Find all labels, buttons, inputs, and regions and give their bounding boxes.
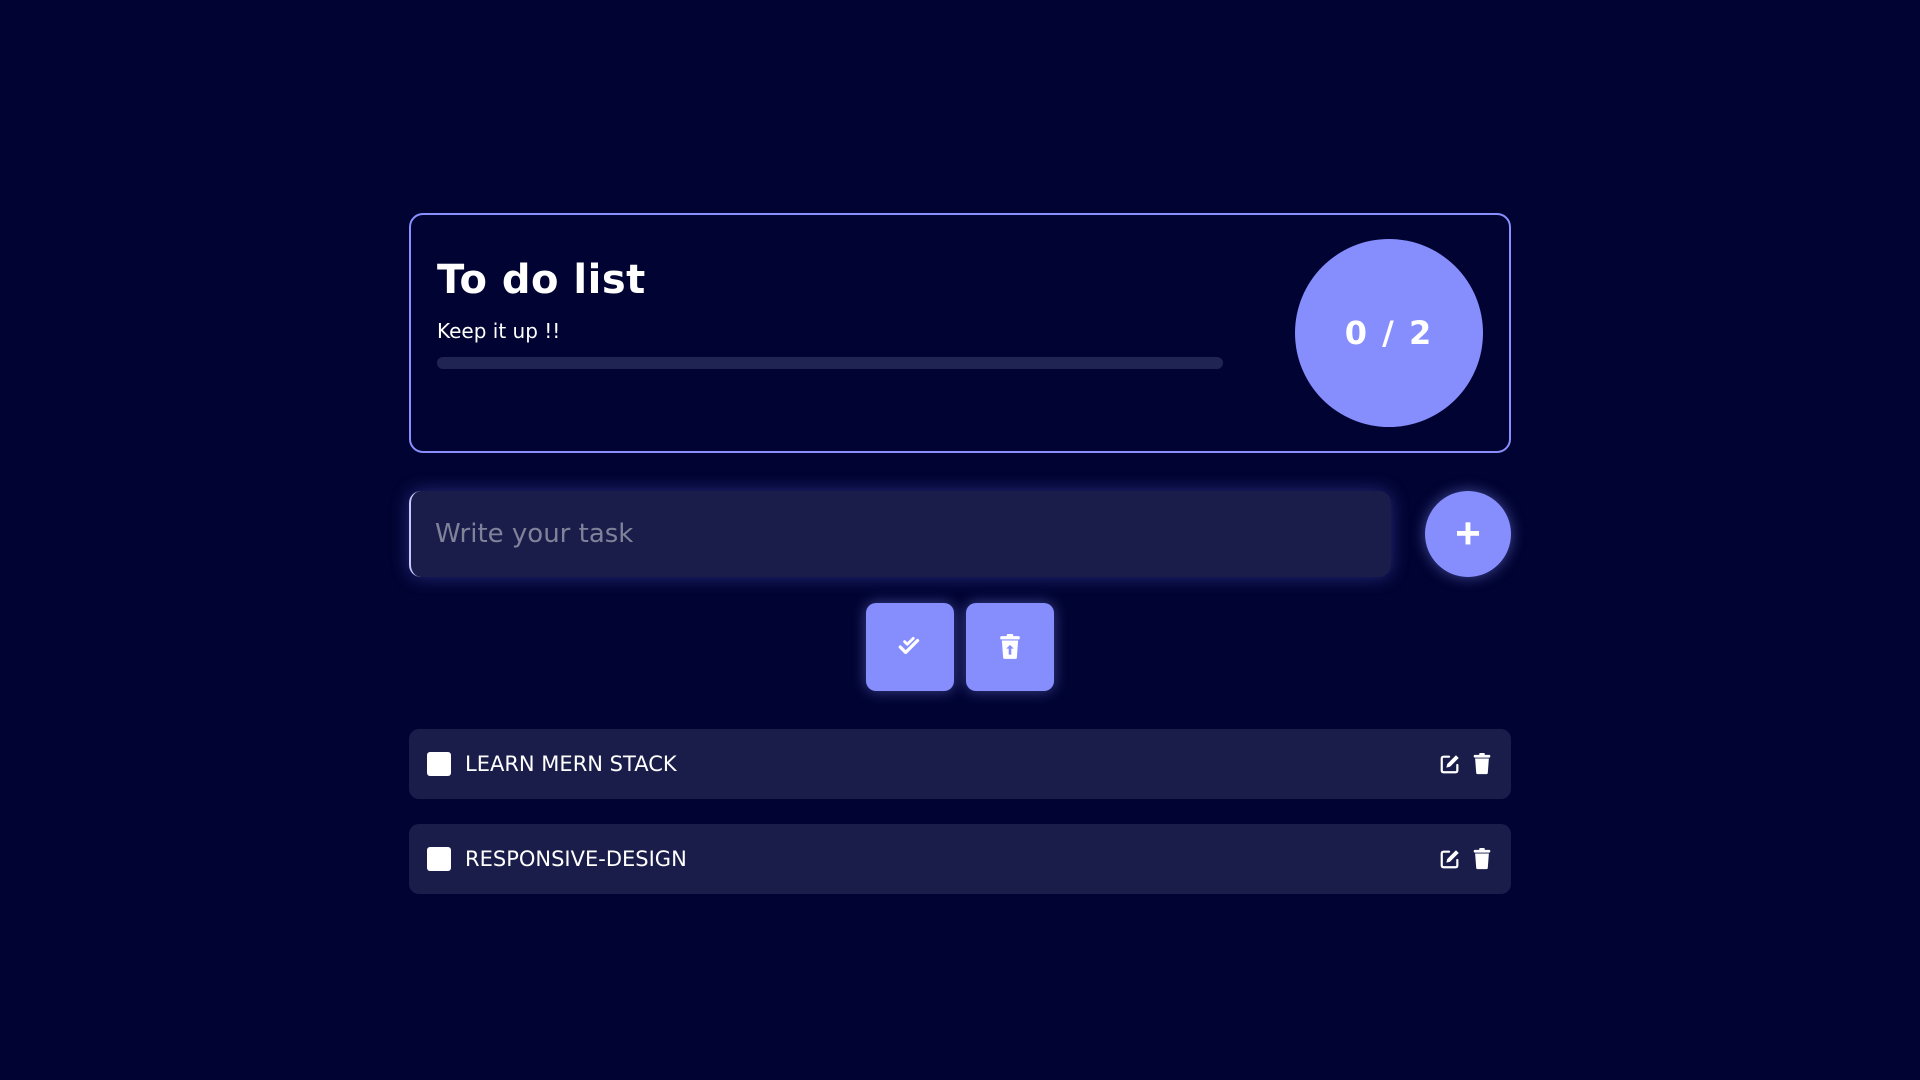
task-form: + [409, 491, 1511, 577]
task-text: LEARN MERN STACK [465, 752, 677, 776]
task-list: LEARN MERN STACK RESPONSIVE-DESIGN [409, 729, 1511, 894]
task-input[interactable] [409, 491, 1391, 577]
bulk-actions [409, 603, 1511, 691]
task-counter: 0 / 2 [1295, 239, 1483, 427]
task-actions [1439, 752, 1493, 776]
edit-icon[interactable] [1439, 752, 1461, 776]
clear-completed-button[interactable] [966, 603, 1054, 691]
progress-bar [437, 357, 1223, 369]
plus-icon: + [1455, 509, 1481, 558]
subtitle: Keep it up !! [437, 319, 561, 343]
list-item: LEARN MERN STACK [409, 729, 1511, 799]
task-checkbox[interactable] [427, 752, 451, 776]
double-check-icon [898, 636, 920, 655]
task-actions [1439, 847, 1493, 871]
edit-icon[interactable] [1439, 847, 1461, 871]
stats-card: To do list Keep it up !! 0 / 2 [409, 213, 1511, 453]
complete-all-button[interactable] [866, 603, 954, 691]
trash-icon[interactable] [1471, 752, 1493, 776]
list-item: RESPONSIVE-DESIGN [409, 824, 1511, 894]
trash-restore-icon [1000, 634, 1020, 659]
add-task-button[interactable]: + [1425, 491, 1511, 577]
task-text: RESPONSIVE-DESIGN [465, 847, 687, 871]
page-title: To do list [437, 257, 646, 303]
trash-icon[interactable] [1471, 847, 1493, 871]
todo-app: To do list Keep it up !! 0 / 2 + [409, 213, 1511, 919]
task-checkbox[interactable] [427, 847, 451, 871]
